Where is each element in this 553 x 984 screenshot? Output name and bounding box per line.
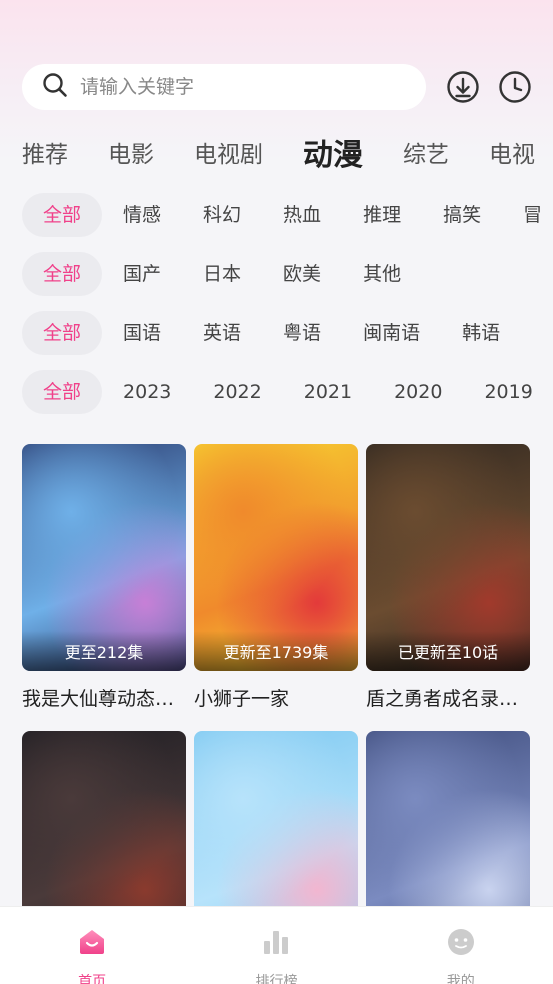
category-tab[interactable]: 动漫 bbox=[303, 130, 363, 174]
video-poster[interactable]: 更至212集 bbox=[22, 444, 186, 671]
year-filter-chip[interactable]: 2023 bbox=[102, 370, 192, 414]
download-icon[interactable] bbox=[446, 70, 480, 104]
year-filter-row: 全部 2023 2022 2021 2020 2019 bbox=[22, 370, 553, 414]
tab-home[interactable]: 首页 bbox=[0, 907, 184, 984]
category-tab[interactable]: 电视 bbox=[489, 135, 535, 169]
category-tab[interactable]: 推荐 bbox=[22, 135, 68, 169]
profile-icon bbox=[446, 927, 476, 961]
search-box[interactable] bbox=[22, 64, 426, 110]
search-input[interactable] bbox=[80, 76, 380, 98]
category-tab[interactable]: 电影 bbox=[108, 135, 154, 169]
year-filter-chip[interactable]: 2019 bbox=[463, 370, 553, 414]
genre-filter-chip[interactable]: 冒 bbox=[502, 193, 553, 237]
year-filter-chip[interactable]: 全部 bbox=[22, 370, 103, 414]
video-title[interactable]: 我是大仙尊动态漫画 bbox=[22, 684, 186, 711]
region-filter-chip[interactable]: 其他 bbox=[342, 252, 422, 296]
genre-filter-chip[interactable]: 搞笑 bbox=[422, 193, 502, 237]
language-filter-chip[interactable]: 闽南语 bbox=[342, 311, 441, 355]
language-filter-chip[interactable]: 粤语 bbox=[262, 311, 342, 355]
search-icon bbox=[42, 72, 68, 102]
episode-badge: 更新至1739集 bbox=[194, 631, 358, 671]
region-filter-chip[interactable]: 全部 bbox=[22, 252, 103, 296]
genre-filter-chip[interactable]: 科幻 bbox=[182, 193, 262, 237]
video-title[interactable]: 盾之勇者成名录第三季 bbox=[366, 684, 530, 711]
region-filter-chip[interactable]: 国产 bbox=[102, 252, 182, 296]
category-tab[interactable]: 电视剧 bbox=[194, 135, 263, 169]
video-poster[interactable]: 已更新至10话 bbox=[366, 444, 530, 671]
tab-label: 排行榜 bbox=[255, 974, 298, 984]
video-card[interactable]: 更至212集我是大仙尊动态漫画 bbox=[22, 444, 186, 711]
language-filter-row: 全部 国语 英语 粤语 闽南语 韩语 bbox=[22, 311, 521, 355]
language-filter-chip[interactable]: 国语 bbox=[102, 311, 182, 355]
genre-filter-row: 全部 情感 科幻 热血 推理 搞笑冒 bbox=[22, 193, 553, 237]
category-tab[interactable]: 综艺 bbox=[403, 135, 449, 169]
episode-badge: 已更新至10话 bbox=[366, 631, 530, 671]
genre-filter-chip[interactable]: 情感 bbox=[102, 193, 182, 237]
genre-filter-chip[interactable]: 热血 bbox=[262, 193, 342, 237]
clock-icon[interactable] bbox=[498, 70, 532, 104]
language-filter-chip[interactable]: 全部 bbox=[22, 311, 103, 355]
tab-profile[interactable]: 我的 bbox=[369, 907, 553, 984]
genre-filter-chip[interactable]: 全部 bbox=[22, 193, 103, 237]
video-card[interactable]: 更新至1739集小狮子一家 bbox=[194, 444, 358, 711]
year-filter-chip[interactable]: 2020 bbox=[373, 370, 463, 414]
video-card[interactable]: 已更新至10话盾之勇者成名录第三季 bbox=[366, 444, 530, 711]
language-filter-chip[interactable]: 韩语 bbox=[441, 311, 521, 355]
bottom-tab-bar: 首页 排行榜 我的 bbox=[0, 906, 553, 984]
chart-icon bbox=[261, 927, 291, 961]
video-poster[interactable]: 更新至1739集 bbox=[194, 444, 358, 671]
video-title[interactable]: 小狮子一家 bbox=[194, 684, 358, 711]
episode-badge: 更至212集 bbox=[22, 631, 186, 671]
year-filter-chip[interactable]: 2021 bbox=[283, 370, 373, 414]
genre-filter-chip[interactable]: 推理 bbox=[342, 193, 422, 237]
region-filter-row: 全部 国产 日本 欧美 其他 bbox=[22, 252, 422, 296]
tab-chart[interactable]: 排行榜 bbox=[184, 907, 368, 984]
search-row bbox=[22, 64, 537, 110]
category-tabs: 推荐 电影 电视剧 动漫 综艺 电视 bbox=[22, 130, 553, 174]
home-icon bbox=[77, 927, 107, 961]
region-filter-chip[interactable]: 日本 bbox=[182, 252, 262, 296]
language-filter-chip[interactable]: 英语 bbox=[182, 311, 262, 355]
tab-label: 首页 bbox=[78, 974, 107, 984]
region-filter-chip[interactable]: 欧美 bbox=[262, 252, 342, 296]
tab-label: 我的 bbox=[446, 974, 475, 984]
year-filter-chip[interactable]: 2022 bbox=[192, 370, 282, 414]
